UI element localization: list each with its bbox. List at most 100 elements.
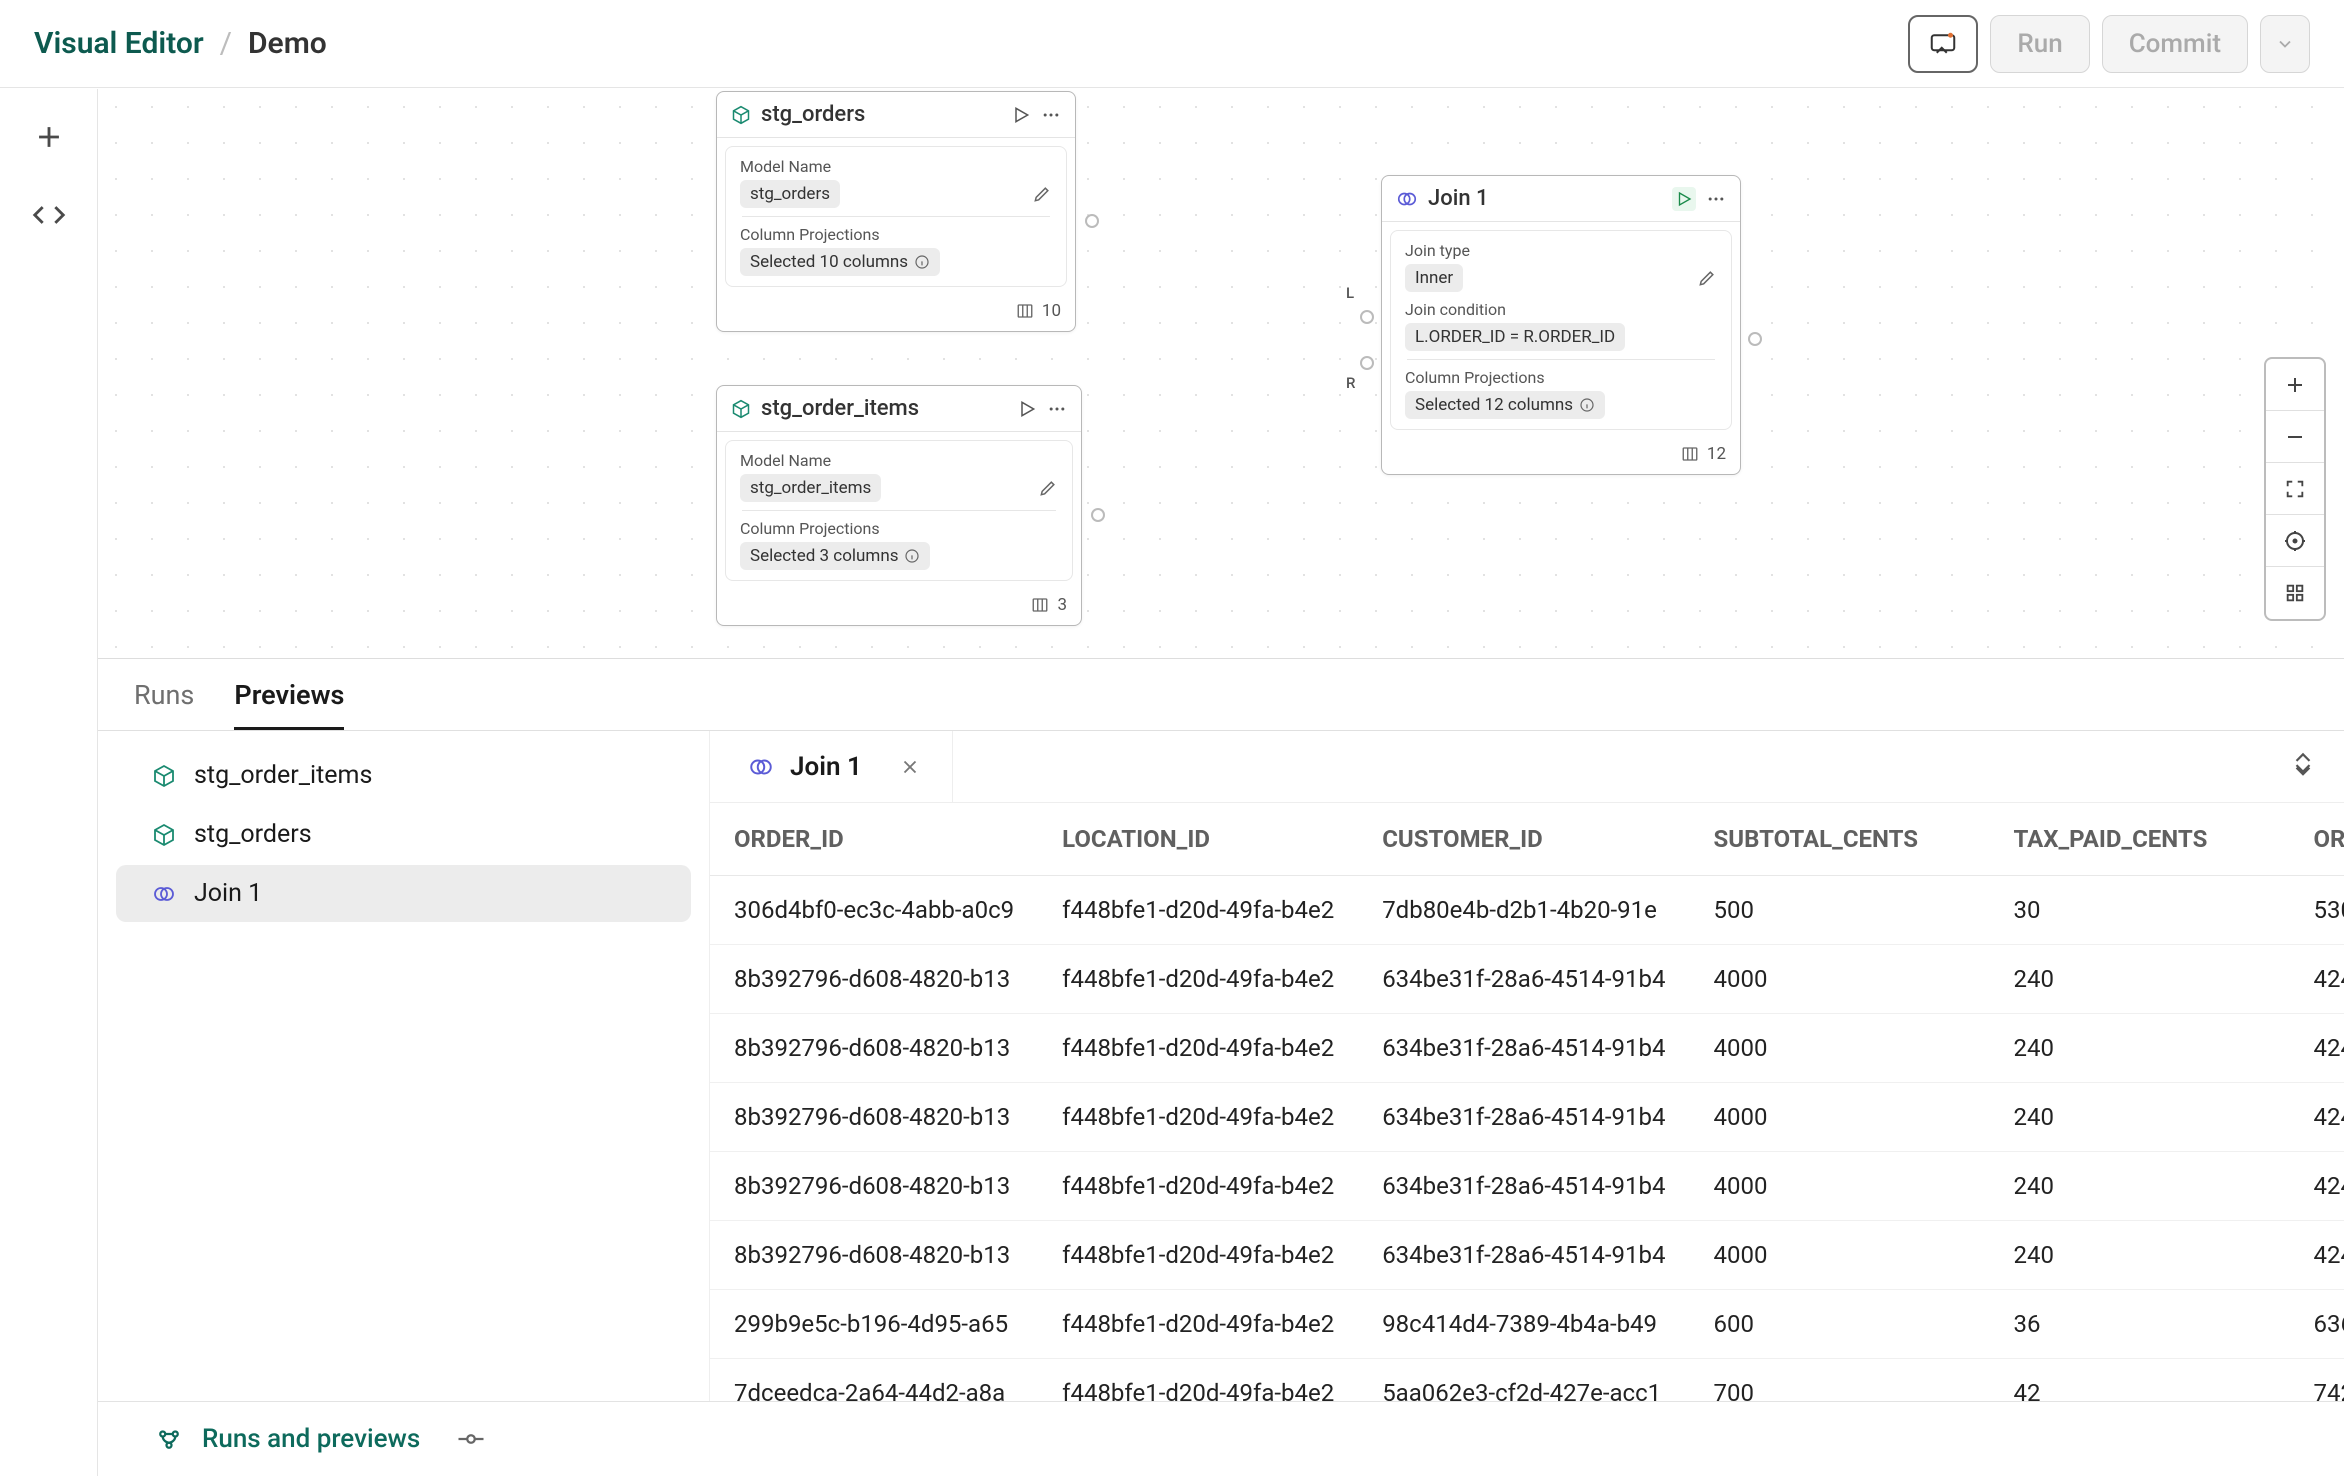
runs-previews-footer[interactable]: Runs and previews (154, 1424, 420, 1454)
output-port[interactable] (1748, 332, 1762, 346)
table-row[interactable]: 8b392796-d608-4820-b13f448bfe1-d20d-49fa… (710, 1221, 2344, 1290)
table-row[interactable]: 8b392796-d608-4820-b13f448bfe1-d20d-49fa… (710, 945, 2344, 1014)
list-item[interactable]: stg_order_items (116, 747, 691, 804)
column-header[interactable]: LOCATION_ID (1038, 803, 1358, 876)
table-cell: 240 (1990, 945, 2290, 1014)
run-node-icon[interactable] (1672, 187, 1696, 211)
preview-list: stg_order_items stg_orders Join 1 (98, 731, 710, 1401)
column-header[interactable]: CUSTOMER_ID (1358, 803, 1689, 876)
table-cell: 306d4bf0-ec3c-4abb-a0c9 (710, 876, 1038, 945)
node-title: stg_orders (761, 102, 1001, 127)
cube-icon (152, 822, 178, 848)
edit-icon[interactable] (1032, 184, 1052, 204)
table-cell: f448bfe1-d20d-49fa-b4e2 (1038, 1290, 1358, 1359)
projections-chip-text: Selected 12 columns (1415, 395, 1573, 415)
breadcrumb-project[interactable]: Demo (248, 26, 327, 61)
projections-label: Column Projections (740, 225, 1052, 244)
list-item[interactable]: Join 1 (116, 865, 691, 922)
table-cell: 4240 (2290, 945, 2344, 1014)
projections-chip[interactable]: Selected 10 columns (740, 248, 940, 276)
breadcrumb-app[interactable]: Visual Editor (34, 26, 204, 61)
ai-assist-button[interactable] (1908, 15, 1978, 73)
footer-bar: Runs and previews (98, 1401, 2344, 1476)
join-condition-label: Join condition (1405, 300, 1717, 319)
table-cell: 42 (1990, 1359, 2290, 1402)
code-view-button[interactable] (29, 195, 69, 235)
topbar: Visual Editor / Demo Run Commit (0, 0, 2344, 88)
close-icon[interactable] (891, 748, 929, 786)
commit-dropdown-button[interactable] (2260, 15, 2310, 73)
table-cell: 636 (2290, 1290, 2344, 1359)
data-grid[interactable]: ORDER_IDLOCATION_IDCUSTOMER_IDSUBTOTAL_C… (710, 803, 2344, 1401)
table-cell: 4240 (2290, 1083, 2344, 1152)
table-cell: 4000 (1690, 1014, 1990, 1083)
table-cell: 7dceedca-2a64-44d2-a8a (710, 1359, 1038, 1402)
zoom-out-button[interactable] (2266, 411, 2324, 463)
connection-wires (98, 89, 398, 239)
tab-runs[interactable]: Runs (134, 679, 194, 730)
table-row[interactable]: 8b392796-d608-4820-b13f448bfe1-d20d-49fa… (710, 1014, 2344, 1083)
model-name-label: Model Name (740, 157, 1052, 176)
table-row[interactable]: 8b392796-d608-4820-b13f448bfe1-d20d-49fa… (710, 1083, 2344, 1152)
node-menu-icon[interactable] (1706, 189, 1726, 209)
projections-chip[interactable]: Selected 12 columns (1405, 391, 1605, 419)
column-header[interactable]: ORDER_TOT (2290, 803, 2344, 876)
list-item-label: stg_orders (194, 820, 312, 849)
breadcrumb-separator: / (220, 26, 232, 61)
table-cell: 600 (1690, 1290, 1990, 1359)
run-button[interactable]: Run (1990, 15, 2089, 73)
commit-graph-icon[interactable] (456, 1424, 486, 1454)
column-header[interactable]: TAX_PAID_CENTS (1990, 803, 2290, 876)
projections-chip-text: Selected 3 columns (750, 546, 898, 566)
add-button[interactable] (29, 117, 69, 157)
table-cell: 36 (1990, 1290, 2290, 1359)
commit-button[interactable]: Commit (2102, 15, 2248, 73)
fullscreen-button[interactable] (2266, 463, 2324, 515)
table-row[interactable]: 7dceedca-2a64-44d2-a8af448bfe1-d20d-49fa… (710, 1359, 2344, 1402)
projections-label: Column Projections (1405, 368, 1717, 387)
table-cell: 4240 (2290, 1221, 2344, 1290)
layout-button[interactable] (2266, 567, 2324, 619)
table-row[interactable]: 8b392796-d608-4820-b13f448bfe1-d20d-49fa… (710, 1152, 2344, 1221)
output-port[interactable] (1091, 508, 1105, 522)
model-name-chip[interactable]: stg_orders (740, 180, 840, 208)
node-menu-icon[interactable] (1041, 105, 1061, 125)
canvas[interactable]: stg_orders Model Name stg_orders Column … (98, 89, 2344, 657)
model-name-chip[interactable]: stg_order_items (740, 474, 881, 502)
table-cell: 98c414d4-7389-4b4a-b49 (1358, 1290, 1689, 1359)
zoom-controls (2264, 357, 2326, 621)
node-join-1[interactable]: Join 1 Join type Inner Join condition L.… (1381, 175, 1741, 475)
table-cell: 634be31f-28a6-4514-91b4 (1358, 1152, 1689, 1221)
input-port-r[interactable] (1360, 356, 1374, 370)
projections-chip[interactable]: Selected 3 columns (740, 542, 930, 570)
join-condition-chip[interactable]: L.ORDER_ID = R.ORDER_ID (1405, 323, 1625, 351)
runs-previews-icon (154, 1424, 184, 1454)
tab-previews[interactable]: Previews (234, 679, 344, 730)
table-cell: 530 (2290, 876, 2344, 945)
table-cell: 4240 (2290, 1152, 2344, 1221)
run-node-icon[interactable] (1017, 399, 1037, 419)
input-port-l[interactable] (1360, 310, 1374, 324)
table-row[interactable]: 299b9e5c-b196-4d95-a65f448bfe1-d20d-49fa… (710, 1290, 2344, 1359)
list-item[interactable]: stg_orders (116, 806, 691, 863)
join-type-chip[interactable]: Inner (1405, 264, 1463, 292)
output-port[interactable] (1085, 214, 1099, 228)
edit-icon[interactable] (1038, 478, 1058, 498)
table-cell: 30 (1990, 876, 2290, 945)
column-header[interactable]: SUBTOTAL_CENTS (1690, 803, 1990, 876)
table-cell: 634be31f-28a6-4514-91b4 (1358, 1083, 1689, 1152)
zoom-in-button[interactable] (2266, 359, 2324, 411)
edit-icon[interactable] (1697, 268, 1717, 288)
column-header[interactable]: ORDER_ID (710, 803, 1038, 876)
run-node-icon[interactable] (1011, 105, 1031, 125)
table-row[interactable]: 306d4bf0-ec3c-4abb-a0c9f448bfe1-d20d-49f… (710, 876, 2344, 945)
node-stg-order-items[interactable]: stg_order_items Model Name stg_order_ite… (716, 385, 1082, 626)
center-button[interactable] (2266, 515, 2324, 567)
table-cell: 742 (2290, 1359, 2344, 1402)
table-cell: 8b392796-d608-4820-b13 (710, 1014, 1038, 1083)
node-menu-icon[interactable] (1047, 399, 1067, 419)
table-cell: f448bfe1-d20d-49fa-b4e2 (1038, 945, 1358, 1014)
collapse-panel-icon[interactable] (2290, 758, 2316, 776)
panel-tabs: Runs Previews (98, 659, 2344, 731)
node-stg-orders[interactable]: stg_orders Model Name stg_orders Column … (716, 91, 1076, 332)
